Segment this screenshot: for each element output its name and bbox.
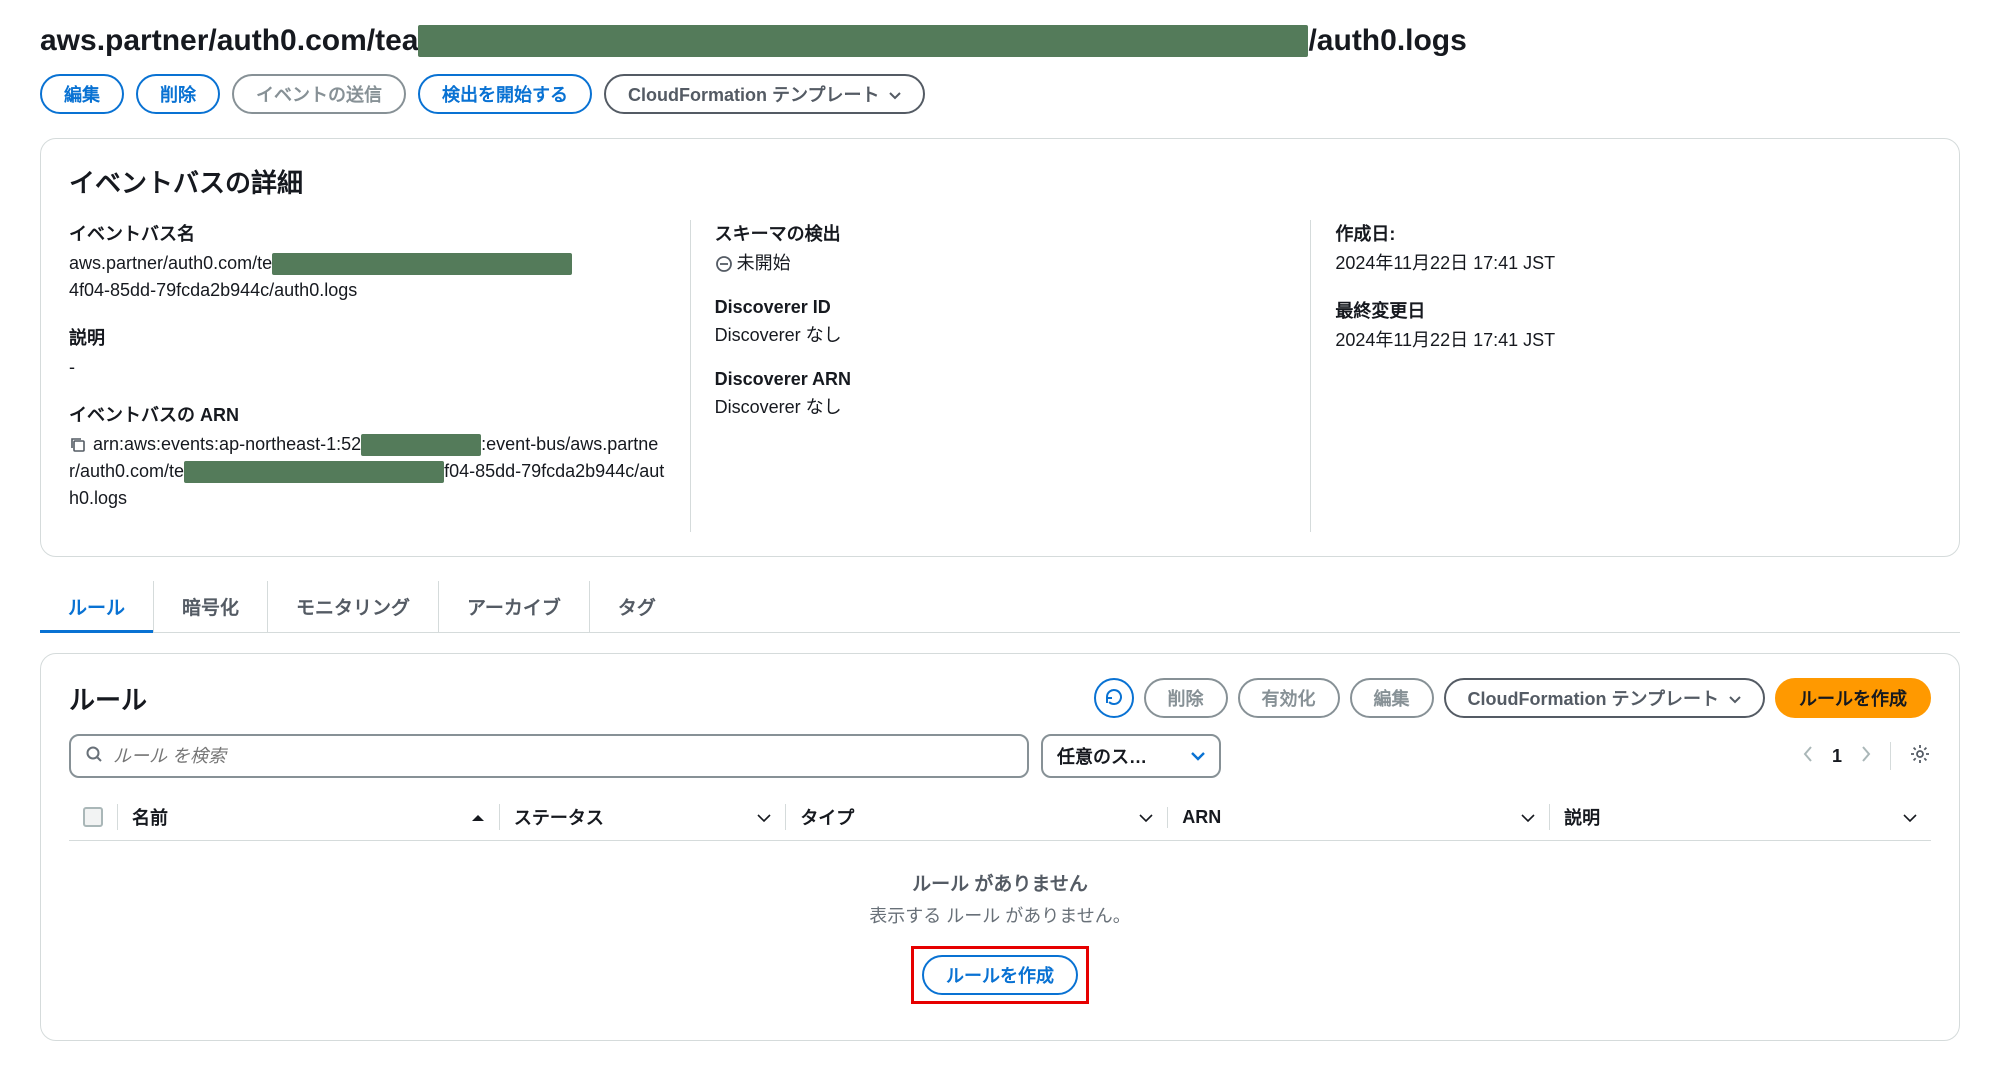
divider	[1890, 742, 1891, 770]
col-status[interactable]: ステータス	[499, 804, 785, 830]
discoverer-id-value: Discoverer なし	[715, 322, 1287, 349]
empty-title: ルール がありません	[69, 869, 1931, 896]
delete-button[interactable]: 削除	[136, 74, 220, 114]
edit-button[interactable]: 編集	[40, 74, 124, 114]
created-date-value: 2024年11月22日 17:41 JST	[1335, 250, 1907, 277]
rules-delete-button[interactable]: 削除	[1144, 678, 1228, 718]
details-panel-title: イベントバスの詳細	[69, 163, 1931, 200]
discoverer-arn-value: Discoverer なし	[715, 394, 1287, 421]
event-bus-name-value: aws.partner/auth0.com/te 4f04-85dd-79fcd…	[69, 250, 666, 304]
rules-table-header: 名前 ステータス タイプ ARN 説明	[69, 794, 1931, 841]
rules-edit-button[interactable]: 編集	[1350, 678, 1434, 718]
minus-circle-icon	[715, 255, 733, 273]
rules-panel: ルール 削除 有効化 編集 CloudFormation テンプレート ルールを…	[40, 653, 1960, 1041]
cloudformation-label: CloudFormation テンプレート	[628, 81, 879, 107]
tab-encryption[interactable]: 暗号化	[154, 581, 268, 632]
page-number: 1	[1832, 746, 1842, 767]
modified-date-label: 最終変更日	[1335, 297, 1907, 323]
description-value: -	[69, 354, 666, 381]
col-arn[interactable]: ARN	[1167, 807, 1549, 828]
schema-discovery-value: 未開始	[715, 250, 1287, 277]
discoverer-id-label: Discoverer ID	[715, 297, 1287, 318]
sort-asc-icon	[471, 807, 485, 828]
event-bus-name-label: イベントバス名	[69, 220, 666, 246]
col-type[interactable]: タイプ	[785, 804, 1167, 830]
rules-title: ルール	[69, 680, 147, 717]
details-panel: イベントバスの詳細 イベントバス名 aws.partner/auth0.com/…	[40, 138, 1960, 557]
status-filter-label: 任意のス…	[1057, 743, 1147, 769]
description-label: 説明	[69, 324, 666, 350]
caret-down-icon	[1191, 746, 1205, 767]
col-description[interactable]: 説明	[1549, 804, 1931, 830]
event-bus-arn-value: arn:aws:events:ap-northeast-1:52:event-b…	[69, 431, 666, 512]
tab-archive[interactable]: アーカイブ	[439, 581, 590, 632]
page-title: aws.partner/auth0.com/tea /auth0.logs	[40, 24, 1960, 58]
tabs: ルール 暗号化 モニタリング アーカイブ タグ	[40, 581, 1960, 633]
highlight-box: ルールを作成	[911, 946, 1089, 1004]
create-rule-button[interactable]: ルールを作成	[1775, 678, 1931, 718]
discoverer-arn-label: Discoverer ARN	[715, 369, 1287, 390]
title-prefix: aws.partner/auth0.com/tea	[40, 24, 418, 58]
pager: 1	[1802, 742, 1931, 770]
sort-icon	[1903, 807, 1917, 828]
title-suffix: /auth0.logs	[1308, 24, 1466, 58]
refresh-button[interactable]	[1094, 678, 1134, 718]
copy-icon[interactable]	[69, 436, 87, 454]
redacted-block	[418, 25, 1308, 57]
start-discovery-button[interactable]: 検出を開始する	[418, 74, 592, 114]
search-icon	[85, 745, 103, 768]
prev-page-button[interactable]	[1802, 745, 1814, 768]
empty-state: ルール がありません 表示する ルール がありません。 ルールを作成	[69, 841, 1931, 1016]
top-action-row: 編集 削除 イベントの送信 検出を開始する CloudFormation テンプ…	[40, 74, 1960, 114]
rules-enable-button[interactable]: 有効化	[1238, 678, 1340, 718]
refresh-icon	[1104, 687, 1124, 710]
caret-down-icon	[889, 84, 901, 105]
next-page-button[interactable]	[1860, 745, 1872, 768]
rules-cloudformation-dropdown[interactable]: CloudFormation テンプレート	[1444, 678, 1765, 718]
search-input[interactable]	[113, 746, 1013, 767]
tab-rules[interactable]: ルール	[40, 581, 154, 632]
col-name[interactable]: 名前	[117, 804, 499, 830]
caret-down-icon	[1729, 688, 1741, 709]
sort-icon	[757, 807, 771, 828]
tab-tags[interactable]: タグ	[590, 581, 684, 632]
cloudformation-dropdown[interactable]: CloudFormation テンプレート	[604, 74, 925, 114]
status-filter-select[interactable]: 任意のス…	[1041, 734, 1221, 778]
empty-create-rule-button[interactable]: ルールを作成	[922, 955, 1078, 995]
sort-icon	[1139, 807, 1153, 828]
empty-subtitle: 表示する ルール がありません。	[69, 902, 1931, 928]
modified-date-value: 2024年11月22日 17:41 JST	[1335, 327, 1907, 354]
tab-monitoring[interactable]: モニタリング	[268, 581, 439, 632]
event-bus-arn-label: イベントバスの ARN	[69, 401, 666, 427]
sort-icon	[1521, 807, 1535, 828]
select-all-checkbox[interactable]	[69, 807, 117, 827]
send-events-button[interactable]: イベントの送信	[232, 74, 406, 114]
search-box[interactable]	[69, 734, 1029, 778]
settings-button[interactable]	[1909, 743, 1931, 770]
created-date-label: 作成日:	[1335, 220, 1907, 246]
schema-discovery-label: スキーマの検出	[715, 220, 1287, 246]
